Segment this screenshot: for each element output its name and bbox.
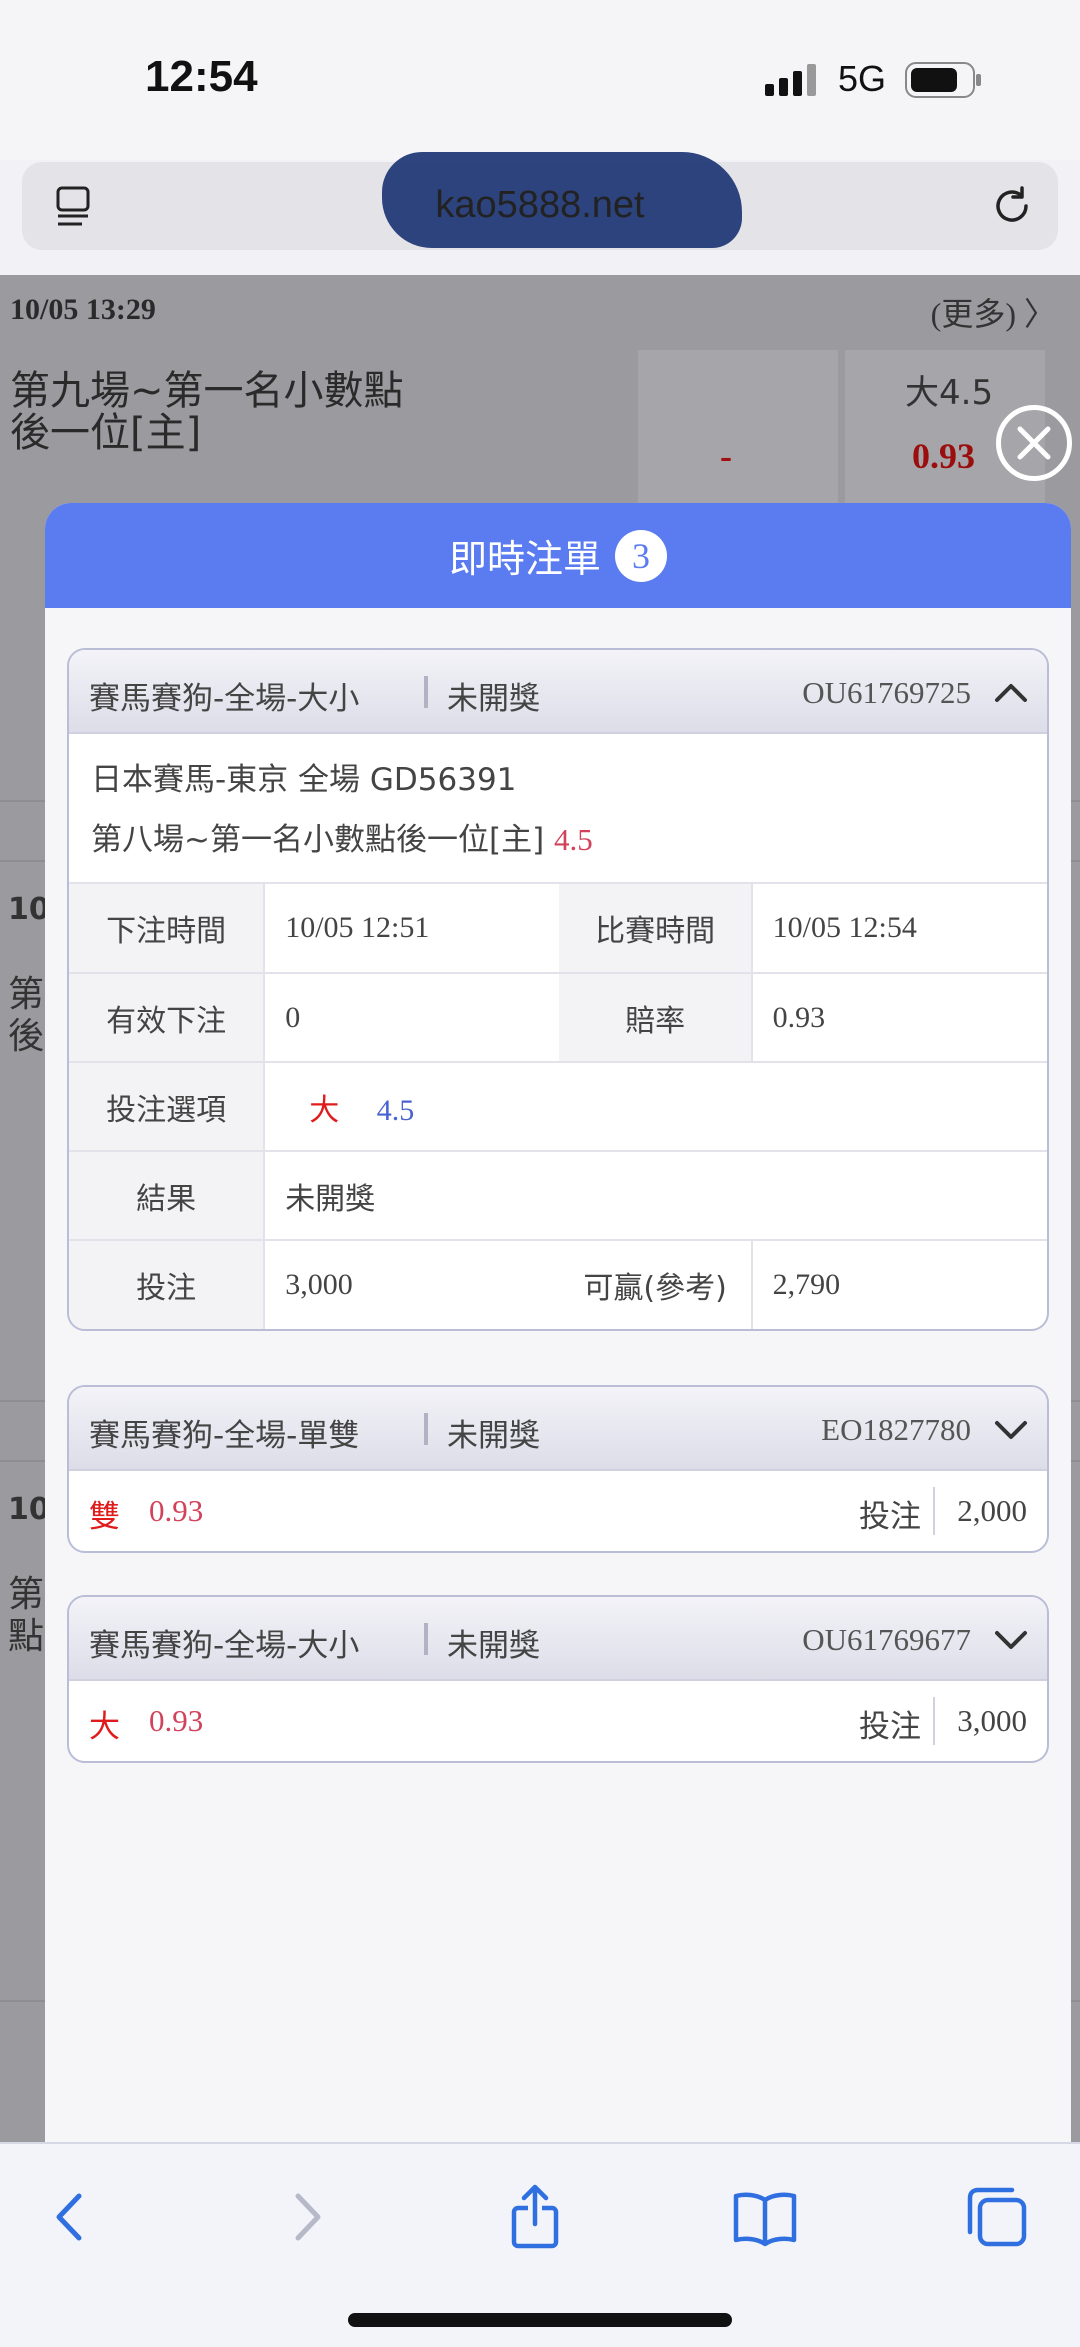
bet-card-header[interactable]: 賽馬賽狗-全場-大小 未開獎 OU61769677 <box>69 1597 1047 1681</box>
bet-summary: 大 0.93 投注 3,000 <box>69 1681 1047 1761</box>
bg-datetime: 10/05 13:29 <box>10 293 156 326</box>
bookmarks-icon[interactable] <box>730 2182 800 2252</box>
bet-status: 未開獎 <box>447 1418 540 1454</box>
pick-value: 大 <box>89 1709 120 1745</box>
modal-header: 即時注單 3 <box>45 503 1071 608</box>
odds-value: 0.93 <box>751 973 1047 1063</box>
network-type: 5G <box>838 58 887 99</box>
odds-value: 0.93 <box>149 1493 204 1528</box>
stake-label: 投注 <box>859 1499 921 1535</box>
stake-value: 3,000 <box>957 1703 1027 1738</box>
count-badge: 3 <box>615 529 667 582</box>
tabs-icon[interactable] <box>962 2182 1032 2252</box>
stake-value: 3,000 <box>285 1268 353 1301</box>
table-row: 投注選項 大 4.5 <box>69 1062 1047 1152</box>
result-label: 結果 <box>69 1151 266 1241</box>
stake-value: 2,000 <box>957 1493 1027 1528</box>
bet-code: OU61769677 <box>802 1622 971 1657</box>
status-time: 12:54 <box>145 52 258 101</box>
bet-status: 未開獎 <box>447 681 540 717</box>
line-value: 4.5 <box>554 822 593 857</box>
address-bar[interactable]: kao5888.net <box>22 152 1058 250</box>
match-text: 第八場~第一名小數點後一位[主] <box>91 822 545 858</box>
bg-match-line2: 後一位[主] <box>10 410 202 456</box>
option-pick: 大 <box>309 1092 340 1128</box>
match-line: 第八場~第一名小數點後一位[主] 4.5 <box>91 810 1025 870</box>
bg-stub: 第 <box>8 974 45 1015</box>
close-icon[interactable] <box>1001 410 1067 476</box>
bet-card-collapsed: 賽馬賽狗-全場-大小 未開獎 OU61769677 大 0.93 投注 3,00… <box>67 1595 1049 1763</box>
close-button[interactable] <box>996 405 1072 481</box>
bet-type: 賽馬賽狗-全場-大小 <box>89 681 360 717</box>
bg-dash: - <box>720 436 732 476</box>
match-time-value: 10/05 12:54 <box>751 884 1047 974</box>
bet-type: 賽馬賽狗-全場-大小 <box>89 1628 360 1664</box>
chevron-up-icon[interactable] <box>993 674 1029 710</box>
bet-card-header[interactable]: 賽馬賽狗-全場-單雙 未開獎 EO1827780 <box>69 1387 1047 1471</box>
pick-value: 雙 <box>89 1499 120 1535</box>
home-indicator <box>348 2313 732 2327</box>
result-value: 未開獎 <box>264 1151 1047 1241</box>
option-label: 投注選項 <box>69 1062 266 1152</box>
match-time-label: 比賽時間 <box>559 884 753 974</box>
chevron-down-icon[interactable] <box>993 1411 1029 1447</box>
valid-bet-value: 0 <box>264 973 560 1063</box>
bg-odds: 0.93 <box>912 436 975 476</box>
table-row: 有效下注 0 賠率 0.93 <box>69 973 1047 1063</box>
valid-bet-label: 有效下注 <box>69 973 266 1063</box>
bg-ou: 大4.5 <box>905 373 994 413</box>
stake-label: 投注 <box>859 1709 921 1745</box>
option-value: 大 4.5 <box>264 1062 1047 1152</box>
bet-code: OU61769725 <box>802 675 971 710</box>
signal-icon <box>765 64 816 96</box>
divider <box>933 1697 935 1745</box>
win-label: 可贏(參考) <box>559 1240 753 1329</box>
table-row: 投注 3,000 可贏(參考) 2,790 <box>69 1240 1047 1329</box>
bet-info: 日本賽馬-東京 全場 GD56391 第八場~第一名小數點後一位[主] 4.5 <box>69 734 1047 884</box>
divider <box>424 1413 428 1445</box>
bet-summary: 雙 0.93 投注 2,000 <box>69 1471 1047 1551</box>
modal-title: 即時注單 <box>448 537 601 581</box>
chevron-down-icon[interactable] <box>993 1621 1029 1657</box>
bet-time-value: 10/05 12:51 <box>264 884 560 974</box>
divider <box>933 1487 935 1535</box>
url-text[interactable]: kao5888.net <box>22 184 1058 227</box>
odds-label: 賠率 <box>559 973 753 1063</box>
bg-odds-cell <box>638 350 838 510</box>
bet-card-expanded: 賽馬賽狗-全場-大小 未開獎 OU61769725 日本賽馬-東京 全場 GD5… <box>67 648 1049 1331</box>
bg-more-link: (更多) 〉 <box>930 296 1056 332</box>
divider <box>424 676 428 708</box>
bet-card-header[interactable]: 賽馬賽狗-全場-大小 未開獎 OU61769725 <box>69 650 1047 734</box>
share-icon[interactable] <box>500 2182 570 2252</box>
bg-stub: 第 <box>8 1574 45 1615</box>
bet-type: 賽馬賽狗-全場-單雙 <box>89 1418 360 1454</box>
league-text: 日本賽馬-東京 全場 GD56391 <box>91 762 517 798</box>
stake-label: 投注 <box>69 1240 266 1329</box>
bet-detail-table: 下注時間 10/05 12:51 比賽時間 10/05 12:54 有效下注 0… <box>69 884 1047 1329</box>
bet-code: EO1827780 <box>821 1412 971 1447</box>
table-row: 結果 未開獎 <box>69 1151 1047 1241</box>
bet-status: 未開獎 <box>447 1628 540 1664</box>
bg-match-line1: 第九場~第一名小數點 <box>10 368 404 414</box>
reload-icon[interactable] <box>988 182 1036 230</box>
bet-card-collapsed: 賽馬賽狗-全場-單雙 未開獎 EO1827780 雙 0.93 投注 2,000 <box>67 1385 1049 1553</box>
back-icon[interactable] <box>35 2182 105 2252</box>
league-line: 日本賽馬-東京 全場 GD56391 <box>91 750 1025 810</box>
battery-icon <box>905 62 981 98</box>
option-line: 4.5 <box>376 1093 415 1127</box>
bg-stub: 後 <box>8 1016 45 1057</box>
live-bets-modal: 即時注單 3 賽馬賽狗-全場-大小 未開獎 OU61769725 日本賽馬-東京… <box>45 503 1071 2143</box>
forward-icon[interactable] <box>272 2182 342 2252</box>
bet-time-label: 下注時間 <box>69 884 266 974</box>
table-row: 下注時間 10/05 12:51 比賽時間 10/05 12:54 <box>69 884 1047 974</box>
odds-value: 0.93 <box>149 1703 204 1738</box>
bg-stub: 點 <box>8 1616 45 1657</box>
win-value: 2,790 <box>772 1268 841 1301</box>
status-bar: 12:54 5G <box>0 0 1080 160</box>
divider <box>424 1623 428 1655</box>
bg-match-name: 第九場~第一名小數點 後一位[主] <box>10 370 404 454</box>
